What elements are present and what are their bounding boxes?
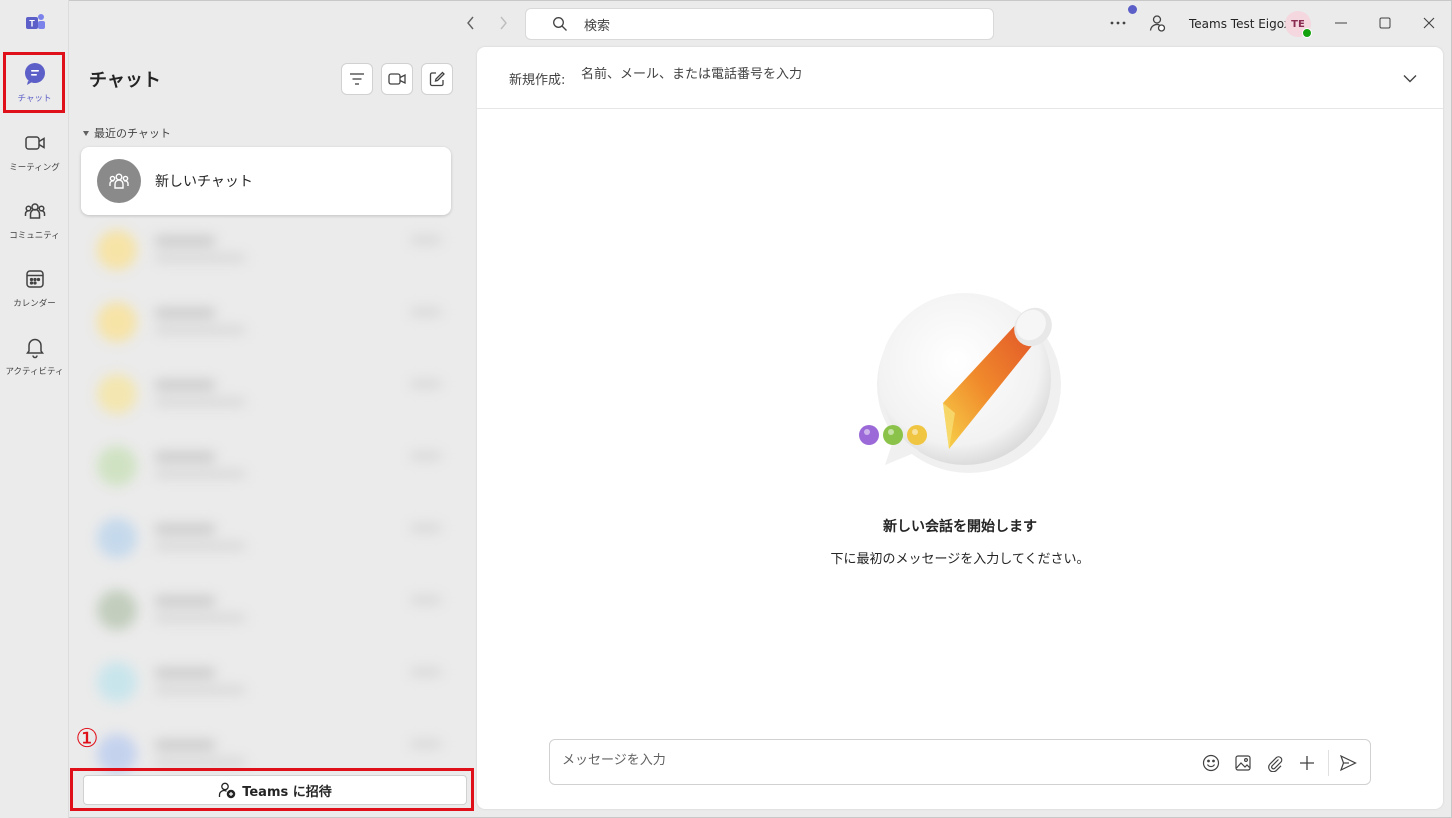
group-icon xyxy=(97,159,141,203)
list-item xyxy=(81,434,451,494)
rail-meetings[interactable]: ミーティング xyxy=(0,124,69,184)
compose-icon xyxy=(429,71,445,87)
calendar-icon xyxy=(22,266,48,292)
invite-to-teams-button[interactable]: Teams に招待 xyxy=(83,775,467,805)
image-icon[interactable] xyxy=(1233,753,1253,773)
svg-text:T: T xyxy=(29,19,35,29)
filter-button[interactable] xyxy=(341,63,373,95)
add-person-icon xyxy=(219,782,236,799)
bell-icon xyxy=(22,334,48,360)
forward-arrow-icon[interactable] xyxy=(494,14,512,32)
empty-state-title: 新しい会話を開始します xyxy=(883,519,1037,535)
compose-box[interactable] xyxy=(549,739,1371,785)
person-feedback-icon[interactable] xyxy=(1146,12,1168,34)
chat-list-title: チャット xyxy=(89,70,161,91)
new-chat-item[interactable]: 新しいチャット xyxy=(81,147,451,215)
send-icon[interactable] xyxy=(1338,753,1358,773)
to-bar: 新規作成: xyxy=(477,47,1443,109)
rail-community[interactable]: コミュニティ xyxy=(0,192,69,252)
list-item xyxy=(81,578,451,638)
list-item xyxy=(81,218,451,278)
meet-now-button[interactable] xyxy=(381,63,413,95)
step-marker: ① xyxy=(75,724,99,754)
rail-meetings-label: ミーティング xyxy=(9,163,60,173)
rail-calendar-label: カレンダー xyxy=(13,299,56,309)
message-input[interactable] xyxy=(562,753,1182,768)
chevron-down-icon[interactable] xyxy=(1401,69,1419,87)
new-chat-label: 新しいチャット xyxy=(155,174,253,190)
filter-icon xyxy=(350,73,364,85)
presence-available-icon xyxy=(1302,28,1312,38)
invite-label: Teams に招待 xyxy=(242,784,332,800)
maximize-icon[interactable] xyxy=(1374,12,1396,34)
recent-chats-header[interactable]: 最近のチャット xyxy=(83,125,171,141)
video-icon xyxy=(388,73,406,85)
video-icon xyxy=(22,130,48,156)
minimize-icon[interactable] xyxy=(1330,12,1352,34)
search-icon xyxy=(553,17,567,31)
attach-icon[interactable] xyxy=(1265,753,1285,773)
back-arrow-icon[interactable] xyxy=(462,14,480,32)
recipient-input[interactable] xyxy=(581,67,1381,82)
rail-activity-label: アクティビティ xyxy=(5,367,64,377)
app-rail: T チャット ミーティング コミュニティ カレンダー アクティビティ xyxy=(0,0,69,818)
rail-activity[interactable]: アクティビティ xyxy=(0,328,69,388)
to-label: 新規作成: xyxy=(509,73,566,88)
teams-logo-icon: T xyxy=(26,14,45,29)
recent-chats-label: 最近のチャット xyxy=(94,127,171,140)
user-name: Teams Test Eigox xyxy=(1189,17,1291,31)
rail-calendar[interactable]: カレンダー xyxy=(0,260,69,320)
divider xyxy=(1328,750,1329,776)
new-conversation-illustration xyxy=(859,293,1061,473)
list-item xyxy=(81,650,451,710)
notification-dot xyxy=(1128,5,1137,14)
rail-community-label: コミュニティ xyxy=(9,231,60,241)
blurred-chat-list xyxy=(81,218,451,778)
emoji-icon[interactable] xyxy=(1201,753,1221,773)
highlight-box-chat xyxy=(3,52,65,113)
more-options-icon[interactable] xyxy=(1107,12,1129,34)
search-placeholder: 検索 xyxy=(584,18,611,34)
chat-list-pane: チャット 最近のチャット 新しいチャット ① Teams に招待 xyxy=(70,46,476,818)
add-icon[interactable] xyxy=(1297,753,1317,773)
list-item xyxy=(81,506,451,566)
empty-state-subtitle: 下に最初のメッセージを入力してください。 xyxy=(830,552,1090,567)
list-item xyxy=(81,362,451,422)
list-item xyxy=(81,290,451,350)
search-box[interactable]: 検索 xyxy=(525,8,994,40)
new-chat-button[interactable] xyxy=(421,63,453,95)
community-icon xyxy=(22,198,48,224)
main-pane: 新規作成: 新しい会話を開始します xyxy=(477,47,1443,809)
chevron-down-icon xyxy=(83,130,89,136)
close-icon[interactable] xyxy=(1418,12,1440,34)
highlight-box-invite: Teams に招待 xyxy=(70,768,474,811)
